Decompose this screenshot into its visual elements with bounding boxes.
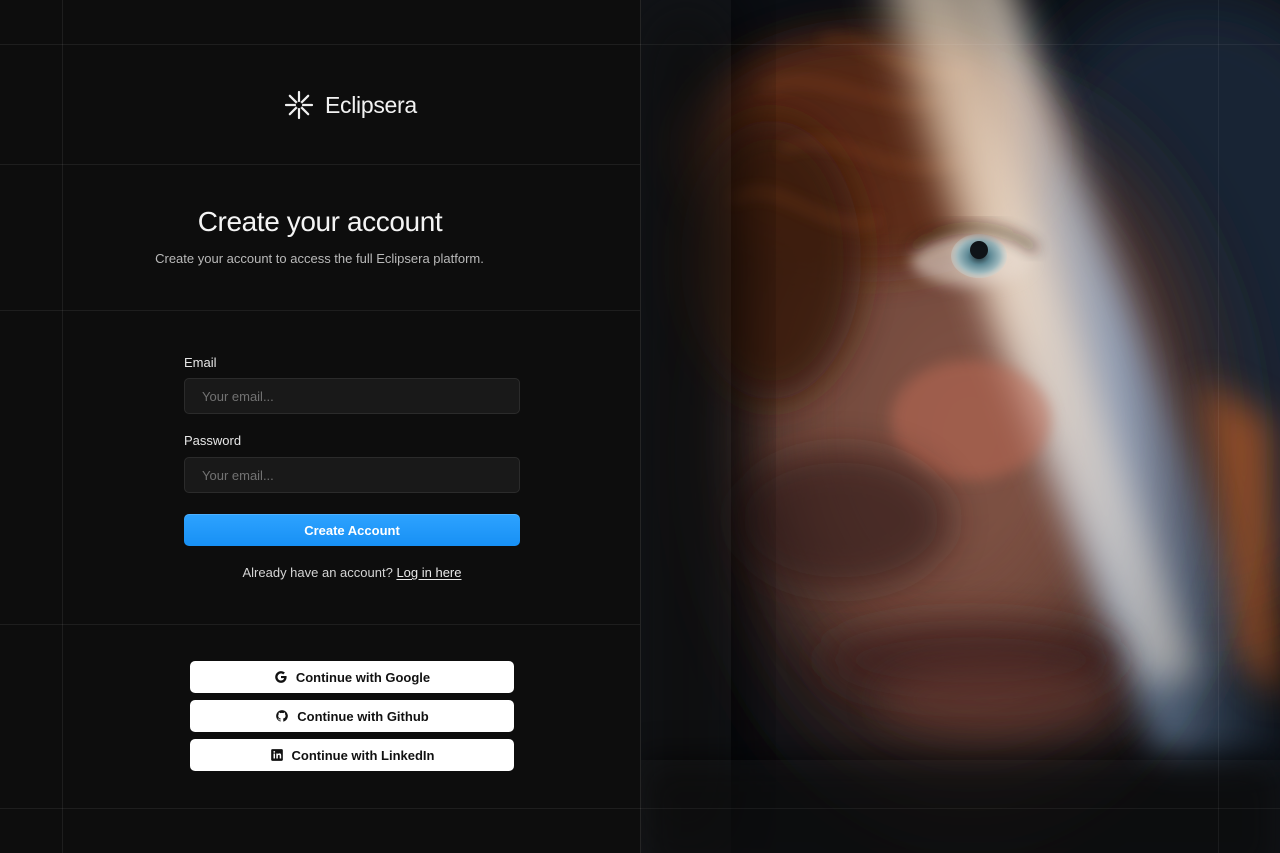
login-prompt-text: Already have an account? xyxy=(242,565,393,580)
grid-line xyxy=(0,624,640,625)
linkedin-icon xyxy=(270,749,283,761)
login-prompt: Already have an account? Log in here xyxy=(0,565,704,580)
grid-line xyxy=(0,164,640,165)
google-icon xyxy=(274,671,287,683)
sparkle-burst-icon xyxy=(284,90,314,120)
password-label: Password xyxy=(184,433,242,448)
google-signin-button[interactable]: Continue with Google xyxy=(190,661,514,693)
github-signin-label: Continue with Github xyxy=(297,708,429,724)
linkedin-signin-button[interactable]: Continue with LinkedIn xyxy=(190,739,514,771)
email-label: Email xyxy=(184,355,217,370)
email-input[interactable] xyxy=(184,378,520,414)
grid-line xyxy=(62,0,63,853)
grid-line xyxy=(0,310,640,311)
github-icon xyxy=(276,710,289,722)
brand-name: Eclipsera xyxy=(325,91,417,118)
page-subtitle: Create your account to access the full E… xyxy=(155,251,484,266)
linkedin-signin-label: Continue with LinkedIn xyxy=(291,747,435,763)
page-title: Create your account xyxy=(197,206,443,237)
signup-page: Eclipsera Create your account Create you… xyxy=(0,0,1280,853)
create-account-button[interactable]: Create Account xyxy=(184,514,520,546)
password-input[interactable] xyxy=(184,457,520,493)
google-signin-label: Continue with Google xyxy=(295,669,431,685)
login-link[interactable]: Log in here xyxy=(396,565,461,580)
portrait-illustration xyxy=(641,0,1280,853)
hero-portrait-image xyxy=(641,0,1280,853)
github-signin-button[interactable]: Continue with Github xyxy=(190,700,514,732)
brand-logo[interactable]: Eclipsera xyxy=(284,88,417,122)
